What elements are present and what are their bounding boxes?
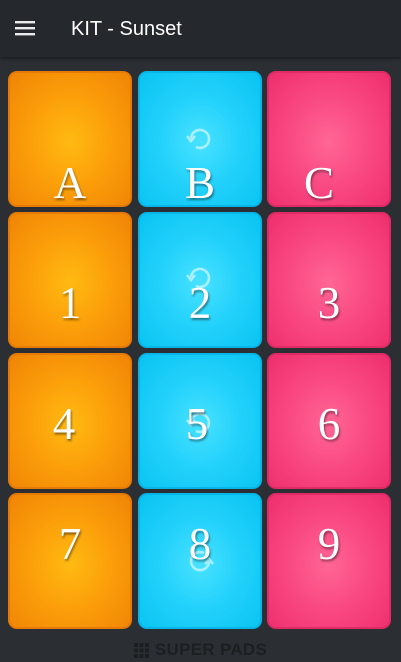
pad-label: 5	[185, 399, 209, 449]
pad-label: 2	[188, 278, 212, 328]
grid-logo-icon	[133, 642, 149, 658]
pad-label: 7	[58, 519, 82, 569]
pad-label: 9	[317, 519, 341, 569]
pad-label: 6	[317, 399, 341, 449]
pad-9[interactable]: 9	[267, 493, 391, 629]
footer: SUPER PADS	[0, 638, 401, 662]
brand-logo: SUPER PADS	[133, 640, 268, 660]
pad-label: 3	[317, 278, 341, 328]
pad-4[interactable]: 4	[8, 353, 132, 489]
pad-7[interactable]: 7	[8, 493, 132, 629]
pad-label: B	[184, 158, 215, 207]
brand-name: SUPER PADS	[154, 640, 268, 659]
pad-6[interactable]: 6	[267, 353, 391, 489]
pad-1[interactable]: 1	[8, 212, 132, 348]
pad-label: 4	[52, 399, 76, 449]
app-bar: KIT - Sunset	[0, 0, 401, 57]
pad-5[interactable]: 5	[138, 353, 262, 489]
pad-a[interactable]: A	[8, 71, 132, 207]
pad-label: 1	[58, 278, 82, 328]
pad-2[interactable]: 2	[138, 212, 262, 348]
pad-3[interactable]: 3	[267, 212, 391, 348]
menu-button[interactable]	[11, 14, 39, 42]
pad-b[interactable]: B	[138, 71, 262, 207]
pad-c[interactable]: C	[267, 71, 391, 207]
hamburger-menu-icon	[15, 21, 35, 36]
pad-label: C	[303, 158, 334, 207]
pad-8[interactable]: 8	[138, 493, 262, 629]
kit-title: KIT - Sunset	[71, 18, 182, 40]
pad-label: A	[53, 158, 87, 207]
pad-label: 8	[188, 519, 212, 569]
loop-icon	[185, 128, 211, 150]
